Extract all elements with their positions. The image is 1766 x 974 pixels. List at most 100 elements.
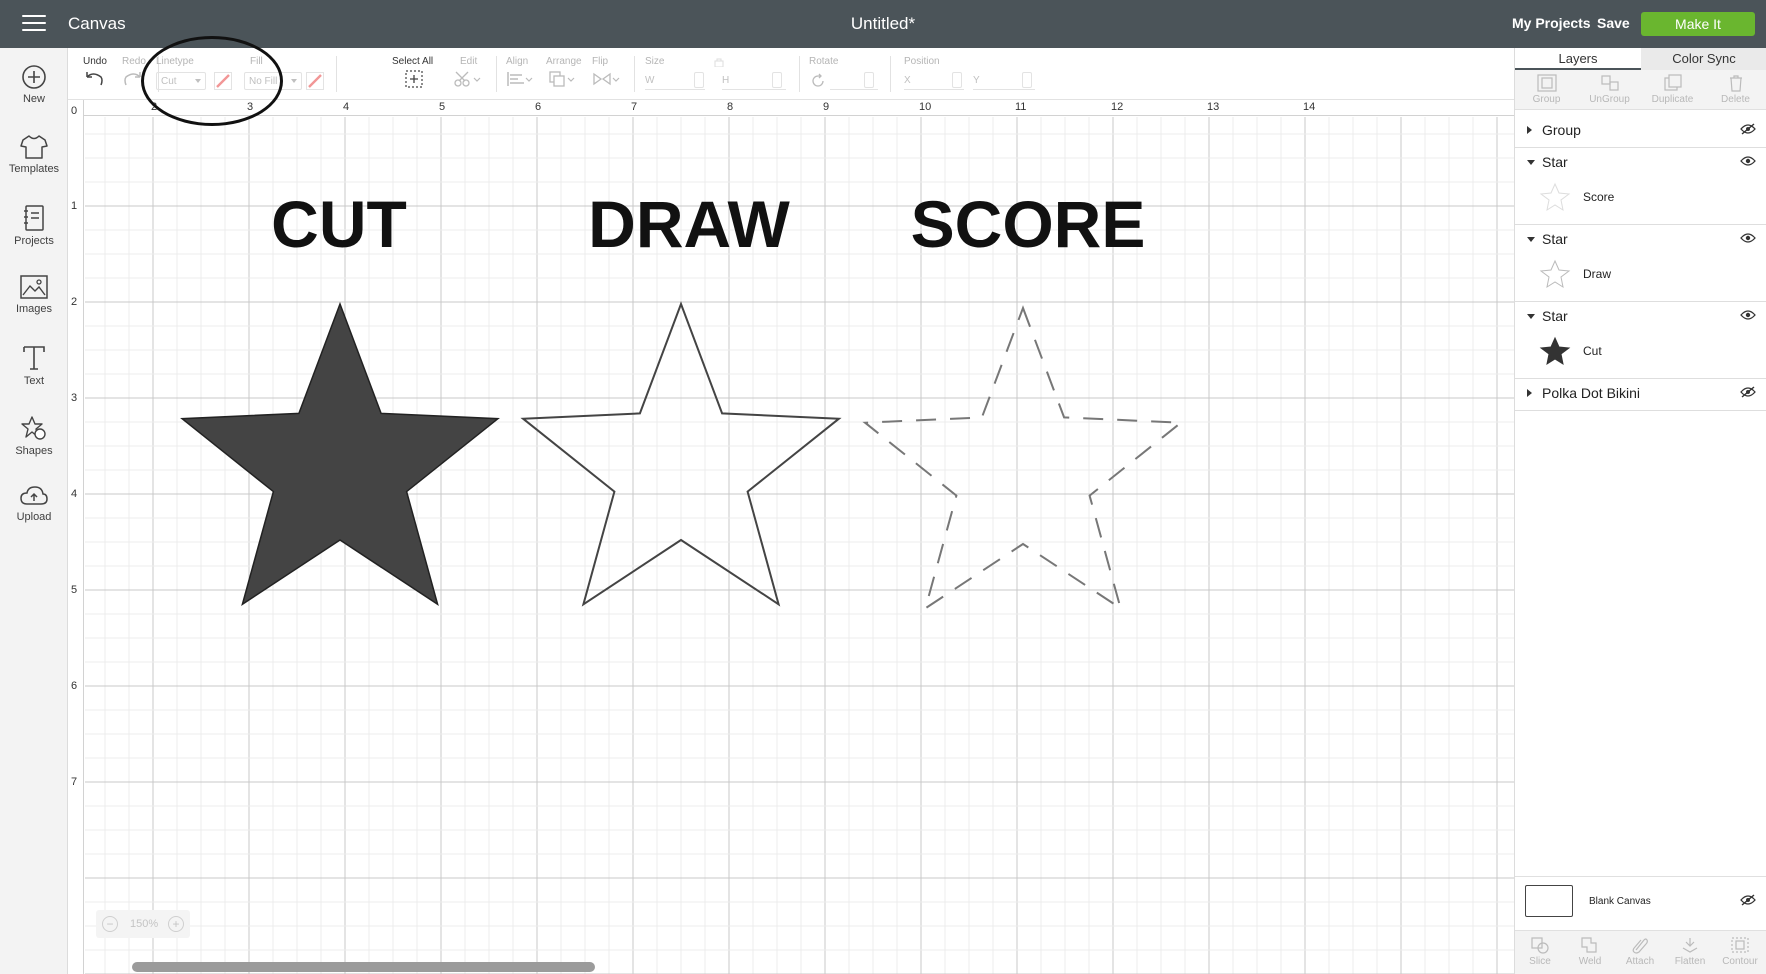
eye-hidden-icon[interactable]	[1740, 386, 1756, 398]
height-stepper[interactable]	[772, 72, 782, 88]
fill-select[interactable]: No Fill	[244, 72, 302, 90]
redo-button[interactable]: Redo	[122, 56, 146, 93]
layer-polka-dot-bikini[interactable]: Polka Dot Bikini	[1515, 379, 1766, 409]
paperclip-icon	[1632, 938, 1648, 954]
eye-icon[interactable]	[1740, 155, 1756, 167]
collapse-triangle-icon[interactable]	[1527, 160, 1535, 165]
ungroup-button[interactable]: UnGroup	[1578, 74, 1641, 105]
horizontal-scrollbar[interactable]	[132, 962, 595, 972]
select-all-button[interactable]: Select All	[392, 56, 433, 93]
align-button[interactable]: Align	[506, 56, 534, 93]
left-sidebar: New Templates Projects Images Text Shape…	[0, 48, 68, 974]
collapse-triangle-icon[interactable]	[1527, 314, 1535, 319]
document-title[interactable]: Untitled*	[851, 14, 915, 33]
align-label: Align	[506, 56, 529, 67]
edit-toolbar: Undo Redo Linetype Cut Fill No Fill Sele…	[68, 48, 1514, 100]
text-icon	[23, 346, 45, 370]
expand-triangle-icon[interactable]	[1527, 126, 1532, 134]
linetype-value: Cut	[161, 76, 177, 87]
sidebar-item-shapes[interactable]: Shapes	[0, 414, 68, 476]
save-button[interactable]: Save	[1597, 15, 1630, 31]
delete-label: Delete	[1721, 94, 1750, 105]
collapse-triangle-icon[interactable]	[1527, 237, 1535, 242]
slice-icon	[1531, 937, 1549, 954]
zoom-out-button[interactable]: −	[102, 916, 118, 932]
expand-triangle-icon[interactable]	[1527, 389, 1532, 397]
sidebar-item-new[interactable]: New	[0, 64, 68, 126]
sidebar-item-templates[interactable]: Templates	[0, 134, 68, 196]
arrange-button[interactable]: Arrange	[546, 56, 582, 93]
layer-item-score[interactable]: Score	[1515, 178, 1766, 216]
star-cut[interactable]	[180, 301, 500, 607]
sidebar-item-upload[interactable]: Upload	[0, 484, 68, 546]
panel-tabs: Layers Color Sync	[1515, 48, 1766, 70]
plus-circle-icon	[22, 65, 46, 89]
zoom-value: 150%	[130, 918, 159, 930]
ungroup-icon	[1600, 75, 1619, 91]
width-stepper[interactable]	[694, 72, 704, 88]
lock-icon[interactable]	[712, 57, 726, 67]
sidebar-item-projects[interactable]: Projects	[0, 204, 68, 266]
position-x-stepper[interactable]	[952, 72, 962, 88]
fill-label: Fill	[250, 56, 263, 67]
heading-cut[interactable]: CUT	[271, 187, 407, 261]
sidebar-item-text[interactable]: Text	[0, 344, 68, 406]
layer-star-score[interactable]: Star	[1515, 148, 1766, 178]
layer-item-draw[interactable]: Draw	[1515, 255, 1766, 293]
star-score[interactable]	[862, 305, 1184, 611]
fill-color-icon[interactable]	[306, 72, 324, 90]
heading-score[interactable]: SCORE	[911, 187, 1146, 261]
hamburger-menu-icon[interactable]	[22, 15, 46, 33]
slice-button[interactable]: Slice	[1515, 936, 1565, 967]
make-it-button[interactable]: Make It	[1641, 12, 1755, 36]
layer-star-cut[interactable]: Star	[1515, 302, 1766, 332]
my-projects-link[interactable]: My Projects	[1512, 15, 1591, 31]
width-input-label: W	[645, 75, 655, 86]
edit-button[interactable]: Edit	[452, 56, 482, 93]
canvas-color-swatch[interactable]	[1525, 885, 1573, 917]
layer-name: Star	[1542, 154, 1568, 170]
flatten-button[interactable]: Flatten	[1665, 936, 1715, 967]
contour-label: Contour	[1722, 956, 1758, 967]
cloud-upload-icon	[20, 486, 48, 505]
layer-bottom-actions: Slice Weld Attach Flatten Contour	[1515, 930, 1766, 974]
eye-hidden-icon[interactable]	[1740, 123, 1756, 135]
position-x-label: X	[904, 75, 911, 86]
ungroup-label: UnGroup	[1589, 94, 1630, 105]
linetype-select[interactable]: Cut	[156, 72, 206, 90]
eye-icon[interactable]	[1740, 309, 1756, 321]
attach-button[interactable]: Attach	[1615, 936, 1665, 967]
design-canvas[interactable]: 2 3 4 5 6 7 8 9 10 11 12 13 14 01234567 CUT DRAW SCO…	[68, 100, 1514, 974]
eye-icon[interactable]	[1740, 232, 1756, 244]
app-window: Canvas Untitled* My Projects Save Make I…	[0, 0, 1766, 974]
group-button[interactable]: Group	[1515, 74, 1578, 105]
position-group: Position	[904, 56, 940, 67]
star-draw[interactable]	[520, 301, 842, 607]
undo-button[interactable]: Undo	[83, 56, 107, 93]
weld-button[interactable]: Weld	[1565, 936, 1615, 967]
sidebar-item-images[interactable]: Images	[0, 274, 68, 336]
layer-item-cut[interactable]: Cut	[1515, 332, 1766, 370]
slice-label: Slice	[1529, 956, 1551, 967]
delete-button[interactable]: Delete	[1704, 74, 1766, 105]
duplicate-button[interactable]: Duplicate	[1641, 74, 1704, 105]
heading-draw[interactable]: DRAW	[588, 187, 790, 261]
height-input-label: H	[722, 75, 730, 86]
linetype-color-icon[interactable]	[214, 72, 232, 90]
eye-hidden-icon[interactable]	[1740, 894, 1756, 906]
image-icon	[20, 275, 48, 299]
undo-label: Undo	[83, 56, 107, 67]
linetype-group: Linetype	[156, 56, 194, 67]
layer-name: Star	[1542, 308, 1568, 324]
tab-color-sync[interactable]: Color Sync	[1641, 48, 1766, 70]
flip-button[interactable]: Flip	[592, 56, 622, 93]
weld-icon	[1581, 937, 1597, 953]
layer-star-draw[interactable]: Star	[1515, 225, 1766, 255]
layer-group[interactable]: Group	[1515, 116, 1766, 146]
position-y-stepper[interactable]	[1022, 72, 1032, 88]
tab-layers[interactable]: Layers	[1515, 48, 1641, 70]
star-score-thumbnail-icon	[1539, 182, 1571, 212]
rotate-stepper[interactable]	[864, 72, 874, 88]
contour-button[interactable]: Contour	[1715, 936, 1765, 967]
zoom-in-button[interactable]: +	[168, 916, 184, 932]
